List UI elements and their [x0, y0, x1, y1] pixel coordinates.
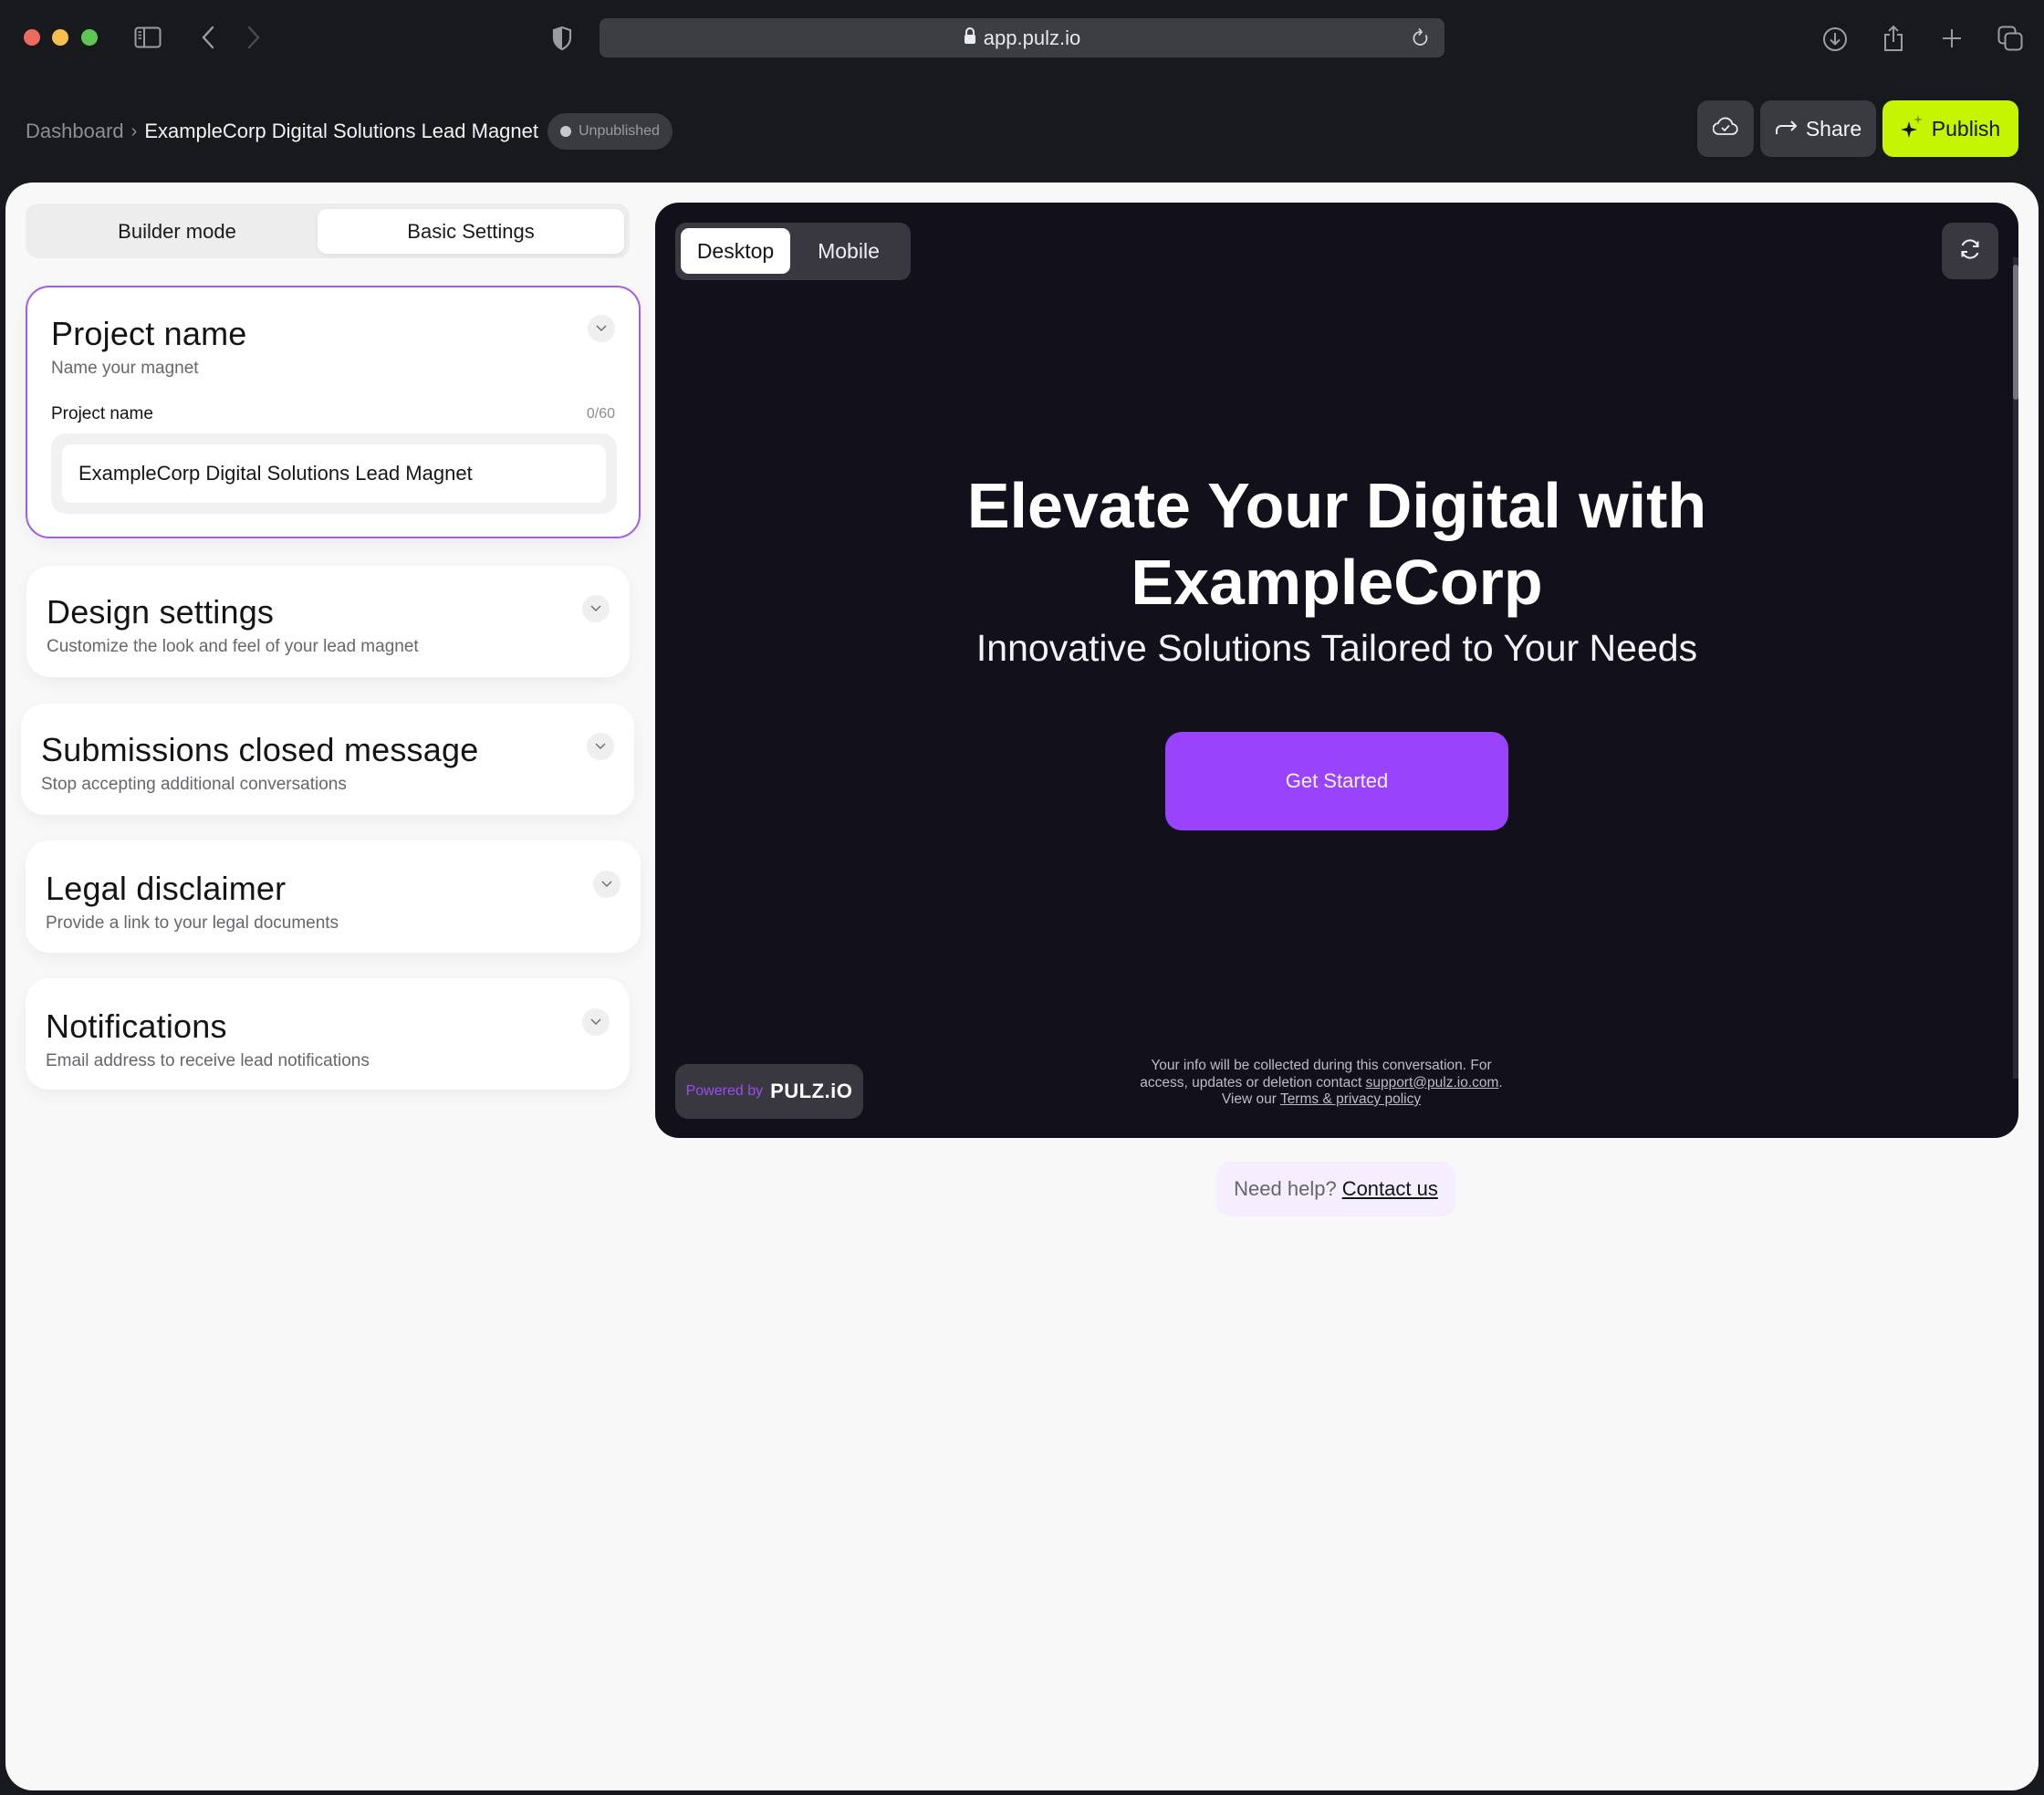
collapse-project-name-button[interactable]: [588, 315, 615, 342]
share-button[interactable]: Share: [1760, 100, 1876, 157]
privacy-line-1: Your info will be collected during this …: [1151, 1058, 1492, 1073]
forward-icon[interactable]: [245, 26, 263, 49]
expand-notifications-button[interactable]: [582, 1008, 610, 1036]
sparkle-icon: [1900, 114, 1924, 143]
get-started-button[interactable]: Get Started: [1165, 732, 1508, 830]
tab-builder-mode[interactable]: Builder mode: [31, 209, 323, 254]
privacy-line-2-text: access, updates or deletion contact: [1140, 1074, 1366, 1091]
privacy-line-3-text: View our: [1221, 1091, 1280, 1107]
submissions-closed-subtitle: Stop accepting additional conversations: [41, 775, 347, 794]
privacy-line-2: access, updates or deletion contact supp…: [1048, 1075, 1595, 1092]
expand-legal-disclaimer-button[interactable]: [593, 871, 620, 898]
hero-title-line-2: ExampleCorp: [1131, 547, 1543, 618]
powered-by-badge[interactable]: Powered by PULZ.iO: [675, 1064, 863, 1119]
save-status-button[interactable]: [1697, 100, 1754, 157]
help-pill: Need help? Contact us: [1216, 1162, 1455, 1216]
preview-panel: Desktop Mobile Elevate Your Digital with…: [655, 203, 2018, 1138]
device-tabs: Desktop Mobile: [675, 223, 911, 280]
design-settings-card[interactable]: Design settings Customize the look and f…: [26, 566, 630, 677]
breadcrumb-dashboard[interactable]: Dashboard: [26, 120, 124, 143]
close-window-button[interactable]: [24, 29, 40, 46]
legal-disclaimer-title: Legal disclaimer: [46, 870, 287, 907]
privacy-notice: Your info will be collected during this …: [1048, 1058, 1595, 1109]
breadcrumb: Dashboard › ExampleCorp Digital Solution…: [26, 113, 673, 150]
terms-privacy-link[interactable]: Terms & privacy policy: [1280, 1091, 1421, 1107]
tab-basic-settings[interactable]: Basic Settings: [318, 209, 624, 254]
expand-design-settings-button[interactable]: [582, 595, 610, 622]
share-label: Share: [1805, 116, 1862, 141]
notifications-subtitle: Email address to receive lead notificati…: [46, 1051, 370, 1070]
cloud-check-icon: [1712, 116, 1738, 141]
submissions-closed-card[interactable]: Submissions closed message Stop acceptin…: [21, 704, 634, 815]
tab-desktop[interactable]: Desktop: [681, 228, 790, 274]
sidebar-icon[interactable]: [133, 26, 162, 49]
hero-title-line-1: Elevate Your Digital with: [966, 470, 1707, 541]
mode-tabs: Builder mode Basic Settings: [26, 204, 630, 258]
notifications-card[interactable]: Notifications Email address to receive l…: [26, 978, 630, 1090]
lock-icon: [964, 26, 976, 50]
download-icon[interactable]: [1821, 26, 1849, 53]
project-name-card: Project name Name your magnet Project na…: [26, 286, 641, 538]
privacy-line-3: View our Terms & privacy policy: [1048, 1091, 1595, 1109]
share-page-icon[interactable]: [1882, 24, 1905, 53]
publish-label: Publish: [1931, 116, 2001, 141]
privacy-line-2-suffix: .: [1498, 1074, 1503, 1091]
status-dot: [560, 126, 571, 137]
tab-mobile[interactable]: Mobile: [790, 228, 907, 274]
chevron-down-icon: [596, 320, 607, 337]
help-question: Need help?: [1234, 1177, 1337, 1200]
hero-title: Elevate Your Digital with ExampleCorp: [655, 467, 2018, 621]
breadcrumb-separator: ›: [130, 120, 138, 141]
share-arrow-icon: [1775, 117, 1799, 141]
legal-disclaimer-subtitle: Provide a link to your legal documents: [46, 913, 339, 933]
project-name-subtitle: Name your magnet: [51, 359, 199, 378]
shield-icon[interactable]: [551, 26, 573, 51]
maximize-window-button[interactable]: [81, 29, 98, 46]
contact-us-link[interactable]: Contact us: [1342, 1177, 1438, 1201]
publish-button[interactable]: Publish: [1882, 100, 2018, 157]
notifications-title: Notifications: [46, 1007, 227, 1045]
preview-scrollbar-thumb[interactable]: [2013, 265, 2018, 400]
project-name-input-wrap: [51, 433, 617, 514]
support-email-link[interactable]: support@pulz.io.com: [1366, 1075, 1499, 1091]
character-counter: 0/60: [586, 406, 615, 422]
chevron-down-icon: [601, 876, 612, 892]
chevron-down-icon: [595, 738, 606, 755]
refresh-preview-button[interactable]: [1942, 223, 1998, 279]
refresh-icon: [1958, 237, 1982, 266]
project-name-field-label: Project name: [51, 404, 153, 423]
project-name-title: Project name: [51, 315, 247, 352]
breadcrumb-current: ExampleCorp Digital Solutions Lead Magne…: [144, 120, 538, 142]
design-settings-title: Design settings: [47, 593, 275, 631]
submissions-closed-title: Submissions closed message: [41, 731, 479, 768]
expand-submissions-closed-button[interactable]: [587, 733, 614, 760]
design-settings-subtitle: Customize the look and feel of your lead…: [47, 637, 419, 656]
back-icon[interactable]: [199, 26, 217, 49]
address-bar[interactable]: app.pulz.io: [600, 18, 1444, 57]
tabs-overview-icon[interactable]: [1997, 25, 2024, 52]
url-text: app.pulz.io: [983, 26, 1081, 49]
new-tab-icon[interactable]: [1940, 26, 1964, 51]
reload-icon[interactable]: [1412, 27, 1430, 55]
chevron-down-icon: [590, 600, 601, 617]
powered-by-text: Powered by: [685, 1083, 764, 1099]
hero-subtitle: Innovative Solutions Tailored to Your Ne…: [975, 627, 1698, 669]
chevron-down-icon: [590, 1014, 601, 1030]
status-badge-label: Unpublished: [579, 123, 660, 139]
pulz-logo: PULZ.iO: [770, 1080, 853, 1102]
project-name-input[interactable]: [62, 444, 606, 503]
status-badge: Unpublished: [548, 113, 673, 150]
legal-disclaimer-card[interactable]: Legal disclaimer Provide a link to your …: [26, 840, 641, 953]
minimize-window-button[interactable]: [52, 29, 68, 46]
